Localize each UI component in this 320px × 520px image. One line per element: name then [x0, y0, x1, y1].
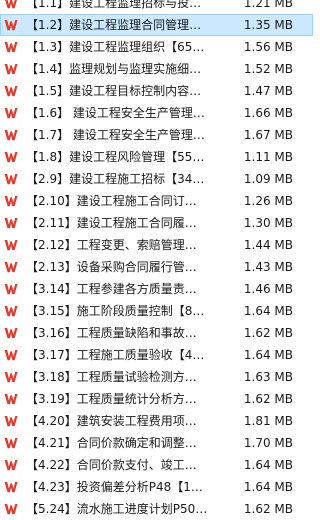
file-row[interactable]: 【4.22】合同价款支付、竣工… 1.64 MB [0, 454, 313, 476]
file-size: 1.52 MB [243, 62, 293, 76]
file-list: 【1.1】建设工程监理招标与投… 1.21 MB 【1.2】建设工程监理合同管理… 1… [0, 0, 313, 520]
file-name: 【5.24】流水施工进度计划P50… [26, 502, 208, 516]
file-size: 1.64 MB [243, 480, 293, 494]
file-list-rows: 【1.1】建设工程监理招标与投… 1.21 MB 【1.2】建设工程监理合同管理… 1… [0, 0, 313, 520]
wps-writer-icon [5, 0, 17, 9]
wps-writer-icon [4, 284, 18, 295]
file-row[interactable]: 【1.2】建设工程监理合同管理… 1.35 MB [0, 14, 313, 36]
file-row[interactable]: 【1.7】 建设工程安全生产管理… 1.67 MB [0, 124, 313, 146]
file-name: 【2.12】工程变更、索赔管理… [26, 238, 197, 252]
file-row[interactable]: 【4.21】合同价款确定和调整… 1.70 MB [0, 432, 313, 454]
wps-writer-icon [4, 240, 18, 251]
file-name: 【2.9】建设工程施工招标【34… [26, 172, 205, 186]
file-row[interactable]: 【5.24】流水施工进度计划P50… 1.62 MB [0, 498, 313, 520]
file-row[interactable]: 【1.4】监理规划与监理实施细… 1.52 MB [0, 58, 313, 80]
file-size: 1.35 MB [243, 18, 293, 32]
file-row[interactable]: 【1.6】 建设工程安全生产管理… 1.66 MB [0, 102, 313, 124]
file-size: 1.43 MB [243, 260, 293, 274]
file-name: 【3.19】工程质量统计分析方… [26, 392, 197, 406]
wps-writer-icon [4, 394, 18, 405]
wps-writer-icon [4, 174, 18, 185]
file-row[interactable]: 【2.13】设备采购合同履行管… 1.43 MB [0, 256, 313, 278]
wps-writer-icon [4, 218, 18, 229]
file-size: 1.09 MB [243, 172, 293, 186]
wps-writer-icon [4, 372, 18, 383]
wps-writer-icon [4, 152, 18, 163]
wps-writer-icon [4, 482, 18, 493]
wps-writer-icon [4, 416, 18, 427]
file-size: 1.46 MB [243, 282, 293, 296]
file-row[interactable]: 【1.1】建设工程监理招标与投… 1.21 MB [0, 0, 313, 14]
file-size: 1.62 MB [243, 326, 293, 340]
file-row[interactable]: 【3.17】工程施工质量验收【4… 1.64 MB [0, 344, 313, 366]
wps-writer-icon [4, 130, 18, 141]
file-size: 1.21 MB [243, 0, 293, 10]
file-row[interactable]: 【3.15】施工阶段质量控制【8… 1.64 MB [0, 300, 313, 322]
file-row[interactable]: 【4.23】投资偏差分析P48【1… 1.64 MB [0, 476, 313, 498]
file-row[interactable]: 【2.9】建设工程施工招标【34… 1.09 MB [0, 168, 313, 190]
file-name: 【2.10】建设工程施工合同订… [26, 194, 197, 208]
file-name: 【3.18】工程质量试验检测方… [26, 370, 197, 384]
file-name: 【3.16】工程质量缺陷和事故… [26, 326, 197, 340]
file-row[interactable]: 【2.11】建设工程施工合同履… 1.30 MB [0, 212, 313, 234]
file-size: 1.62 MB [243, 392, 293, 406]
wps-writer-icon [4, 108, 18, 119]
file-size: 1.66 MB [243, 106, 293, 120]
file-name: 【2.13】设备采购合同履行管… [26, 260, 197, 274]
file-name: 【3.17】工程施工质量验收【4… [26, 348, 205, 362]
wps-writer-icon [4, 262, 18, 273]
wps-writer-icon [4, 460, 18, 471]
file-name: 【3.14】工程参建各方质量责… [26, 282, 197, 296]
file-row[interactable]: 【2.12】工程变更、索赔管理… 1.44 MB [0, 234, 313, 256]
file-size: 1.56 MB [243, 40, 293, 54]
wps-writer-icon [4, 196, 18, 207]
file-size: 1.64 MB [243, 304, 293, 318]
file-size: 1.81 MB [243, 414, 293, 428]
file-name: 【1.6】 建设工程安全生产管理… [26, 106, 205, 120]
file-name: 【1.7】 建设工程安全生产管理… [26, 128, 205, 142]
file-size: 1.62 MB [243, 502, 293, 516]
file-name: 【1.4】监理规划与监理实施细… [26, 62, 202, 76]
file-name: 【2.11】建设工程施工合同履… [26, 216, 197, 230]
file-name: 【4.20】建筑安装工程费用项… [26, 414, 197, 428]
file-name: 【1.5】建设工程目标控制内容… [26, 84, 202, 98]
wps-writer-icon [4, 438, 18, 449]
file-size: 1.64 MB [243, 458, 293, 472]
file-name: 【4.22】合同价款支付、竣工… [26, 458, 197, 472]
file-name: 【1.3】建设工程监理组织【65… [26, 40, 205, 54]
wps-writer-icon [4, 64, 18, 75]
file-name: 【4.23】投资偏差分析P48【1… [26, 480, 203, 494]
wps-writer-icon [4, 504, 18, 515]
file-row[interactable]: 【1.8】建设工程风险管理【55… 1.11 MB [0, 146, 313, 168]
file-name: 【1.1】建设工程监理招标与投… [26, 0, 202, 10]
wps-writer-icon [4, 86, 18, 97]
file-row[interactable]: 【1.5】建设工程目标控制内容… 1.47 MB [0, 80, 313, 102]
file-row[interactable]: 【1.3】建设工程监理组织【65… 1.56 MB [0, 36, 313, 58]
file-name: 【1.2】建设工程监理合同管理… [26, 18, 202, 32]
file-row[interactable]: 【3.19】工程质量统计分析方… 1.62 MB [0, 388, 313, 410]
file-size: 1.67 MB [243, 128, 293, 142]
wps-writer-icon [4, 350, 18, 361]
file-row[interactable]: 【4.20】建筑安装工程费用项… 1.81 MB [0, 410, 313, 432]
wps-writer-icon [4, 306, 18, 317]
file-row[interactable]: 【2.10】建设工程施工合同订… 1.26 MB [0, 190, 313, 212]
file-name: 【3.15】施工阶段质量控制【8… [26, 304, 205, 318]
file-row[interactable]: 【3.18】工程质量试验检测方… 1.63 MB [0, 366, 313, 388]
file-size: 1.63 MB [243, 370, 293, 384]
wps-writer-icon [4, 328, 18, 339]
file-size: 1.70 MB [243, 436, 293, 450]
wps-writer-icon [4, 20, 18, 31]
file-size: 1.30 MB [243, 216, 293, 230]
file-size: 1.64 MB [243, 348, 293, 362]
file-row[interactable]: 【3.16】工程质量缺陷和事故… 1.62 MB [0, 322, 313, 344]
file-name: 【4.21】合同价款确定和调整… [26, 436, 197, 450]
file-size: 1.26 MB [243, 194, 293, 208]
wps-writer-icon [4, 42, 18, 53]
file-name: 【1.8】建设工程风险管理【55… [26, 150, 205, 164]
file-size: 1.47 MB [243, 84, 293, 98]
file-row[interactable]: 【3.14】工程参建各方质量责… 1.46 MB [0, 278, 313, 300]
file-size: 1.44 MB [243, 238, 293, 252]
file-size: 1.11 MB [243, 150, 293, 164]
